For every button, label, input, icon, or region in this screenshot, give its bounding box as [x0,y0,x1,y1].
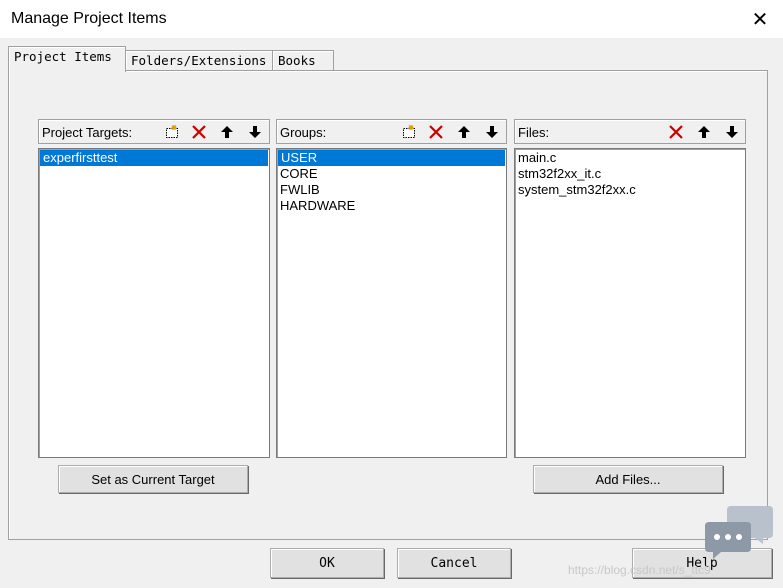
files-label: Files: [518,125,550,140]
watermark: https://blog.csdn.net/s_ttc9 [568,563,711,577]
ok-button[interactable]: OK [270,548,384,578]
new-icon [166,124,178,138]
move-target-down-button[interactable] [243,121,267,142]
list-item[interactable]: stm32f2xx_it.c [515,166,745,182]
move-up-icon [698,125,710,138]
move-file-up-button[interactable] [692,121,716,142]
list-item[interactable]: HARDWARE [277,198,506,214]
tab-folders-extensions[interactable]: Folders/Extensions [125,50,277,71]
move-down-icon [486,125,498,138]
add-files-button[interactable]: Add Files... [533,465,723,493]
groups-label: Groups: [280,125,327,140]
move-group-up-button[interactable] [452,121,476,142]
new-group-button[interactable] [397,121,421,142]
new-icon [403,124,415,138]
delete-icon [192,124,206,139]
cancel-button[interactable]: Cancel [397,548,511,578]
title-bar: Manage Project Items ✕ [0,0,783,38]
new-target-button[interactable] [160,121,184,142]
move-down-icon [726,125,738,138]
move-down-icon [249,125,261,138]
set-current-target-button[interactable]: Set as Current Target [58,465,248,493]
window-title: Manage Project Items [11,10,167,27]
delete-target-button[interactable] [187,121,211,142]
close-icon: ✕ [751,8,769,31]
files-list[interactable]: main.c stm32f2xx_it.c system_stm32f2xx.c [514,148,746,458]
groups-list[interactable]: USER CORE FWLIB HARDWARE [276,148,507,458]
delete-group-button[interactable] [424,121,448,142]
files-header: Files: [514,119,746,144]
tab-books[interactable]: Books [272,50,334,71]
chat-bubble-icon [705,506,773,559]
delete-icon [669,124,683,139]
list-item[interactable]: system_stm32f2xx.c [515,182,745,198]
close-button[interactable]: ✕ [737,0,783,38]
delete-icon [429,124,443,139]
list-item[interactable]: experfirsttest [40,150,268,166]
list-item[interactable]: USER [278,150,505,166]
project-targets-label: Project Targets: [42,125,133,140]
project-targets-list[interactable]: experfirsttest [38,148,270,458]
move-target-up-button[interactable] [215,121,239,142]
list-item[interactable]: main.c [515,150,745,166]
project-targets-header: Project Targets: [38,119,270,144]
move-group-down-button[interactable] [480,121,504,142]
move-up-icon [221,125,233,138]
groups-header: Groups: [276,119,507,144]
delete-file-button[interactable] [664,121,688,142]
tab-project-items[interactable]: Project Items [8,46,126,72]
move-file-down-button[interactable] [720,121,744,142]
list-item[interactable]: FWLIB [277,182,506,198]
list-item[interactable]: CORE [277,166,506,182]
move-up-icon [458,125,470,138]
